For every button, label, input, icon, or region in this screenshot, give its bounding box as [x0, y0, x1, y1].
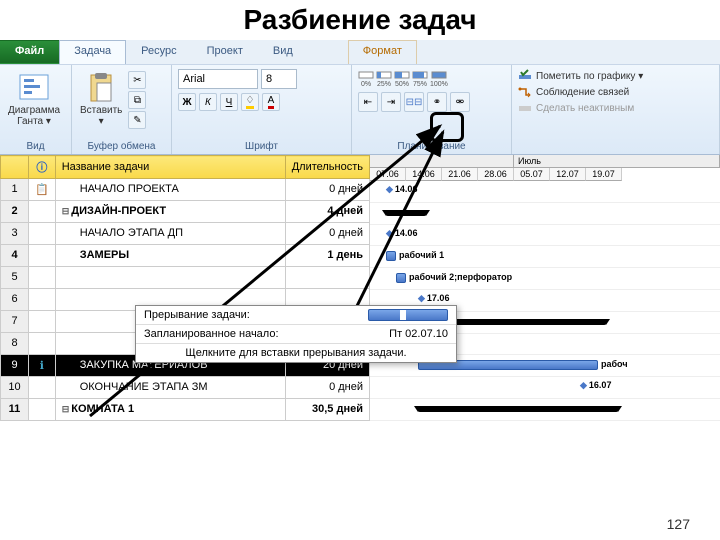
- gantt-row[interactable]: рабочий 2;перфоратор: [370, 268, 720, 290]
- tab-project[interactable]: Проект: [192, 40, 258, 64]
- group-font: Ж К Ч ♢ A Шрифт: [172, 65, 352, 154]
- gantt-row[interactable]: [370, 399, 720, 421]
- group-plan-extra: Пометить по графику ▾ Соблюдение связей …: [512, 65, 720, 154]
- ribbon-tabs: Файл Задача Ресурс Проект Вид Формат: [0, 40, 720, 64]
- progress-50[interactable]: 50%: [394, 69, 410, 88]
- mark-on-track-button[interactable]: Пометить по графику ▾: [518, 69, 643, 83]
- gantt-icon: [18, 71, 50, 103]
- work-area: ⓘ Название задачи Длительность 1📋НАЧАЛО …: [0, 155, 720, 421]
- tooltip-hint: Щелкните для вставки прерывания задачи.: [185, 347, 406, 359]
- tab-format[interactable]: Формат: [348, 40, 417, 64]
- fill-color-button[interactable]: ♢: [241, 93, 259, 111]
- page-number: 127: [667, 516, 690, 532]
- font-size-select[interactable]: [261, 69, 297, 89]
- tooltip-start-label: Запланированное начало:: [144, 328, 279, 340]
- paste-label: Вставить ▾: [80, 105, 122, 127]
- paste-icon: [85, 71, 117, 103]
- split-task-tooltip: Прерывание задачи: Запланированное начал…: [135, 305, 457, 363]
- inactive-icon: [518, 101, 532, 115]
- tab-resource[interactable]: Ресурс: [126, 40, 191, 64]
- links-arrow-icon: [518, 85, 532, 99]
- font-name-select[interactable]: [178, 69, 258, 89]
- underline-button[interactable]: Ч: [220, 93, 238, 111]
- timeline-day: 05.07: [514, 168, 550, 181]
- table-row[interactable]: 11⊟КОМНАТА 130,5 дней: [1, 398, 370, 420]
- cut-button[interactable]: ✂: [128, 71, 146, 89]
- gantt-row[interactable]: 16.07: [370, 377, 720, 399]
- col-rownum[interactable]: [1, 156, 29, 179]
- tooltip-title: Прерывание задачи:: [144, 309, 250, 321]
- brush-icon: ✎: [133, 115, 141, 126]
- timeline-day: 28.06: [478, 168, 514, 181]
- outdent-button[interactable]: ⇤: [358, 92, 378, 112]
- ribbon: Файл Задача Ресурс Проект Вид Формат Диа…: [0, 40, 720, 155]
- slide-title: Разбиение задач: [0, 0, 720, 40]
- gantt-row[interactable]: [370, 203, 720, 225]
- gantt-row[interactable]: 14.06: [370, 181, 720, 203]
- gantt-label: Диаграмма Ганта ▾: [8, 105, 60, 127]
- timeline-day: 21.06: [442, 168, 478, 181]
- inactivate-button[interactable]: Сделать неактивным: [518, 101, 643, 115]
- group-clipboard-title: Буфер обмена: [78, 139, 165, 152]
- col-duration[interactable]: Длительность: [285, 156, 369, 179]
- tab-view[interactable]: Вид: [258, 40, 308, 64]
- gantt-chart-button[interactable]: Диаграмма Ганта ▾: [6, 69, 62, 129]
- respect-links-button[interactable]: Соблюдение связей: [518, 85, 643, 99]
- link-icon: ⚭: [433, 97, 441, 108]
- progress-75[interactable]: 75%: [412, 69, 428, 88]
- font-color-icon: A: [268, 95, 275, 109]
- paste-button[interactable]: Вставить ▾: [78, 69, 124, 129]
- table-row[interactable]: 1📋НАЧАЛО ПРОЕКТА0 дней: [1, 179, 370, 201]
- scissors-icon: ✂: [133, 75, 141, 86]
- bucket-icon: ♢: [246, 95, 255, 109]
- bold-button[interactable]: Ж: [178, 93, 196, 111]
- copy-icon: ⧉: [134, 95, 141, 106]
- outdent-icon: ⇤: [364, 97, 372, 108]
- group-schedule: 0% 25% 50% 75% 100% ⇤ ⇥ ⊟⊟ ⚭ ⚮ Планир: [352, 65, 512, 154]
- tooltip-bar-preview: [368, 309, 448, 321]
- task-table: ⓘ Название задачи Длительность 1📋НАЧАЛО …: [0, 155, 370, 421]
- timeline-day: 14.06: [406, 168, 442, 181]
- group-view: Диаграмма Ганта ▾ Вид: [0, 65, 72, 154]
- unlink-icon: ⚮: [456, 97, 464, 108]
- split-task-button[interactable]: ⊟⊟: [404, 92, 424, 112]
- italic-button[interactable]: К: [199, 93, 217, 111]
- split-icon: ⊟⊟: [406, 97, 423, 108]
- copy-button[interactable]: ⧉: [128, 91, 146, 109]
- timeline-day: 07.06: [370, 168, 406, 181]
- ribbon-groups: Диаграмма Ганта ▾ Вид Вставить ▾ ✂ ⧉ ✎: [0, 64, 720, 154]
- checkmark-bar-icon: [518, 69, 532, 83]
- font-color-button[interactable]: A: [262, 93, 280, 111]
- timeline-day: 12.07: [550, 168, 586, 181]
- indent-icon: ⇥: [387, 97, 395, 108]
- month-july: Июль: [514, 155, 720, 167]
- link-tasks-button[interactable]: ⚭: [427, 92, 447, 112]
- group-font-title: Шрифт: [178, 139, 345, 152]
- group-clipboard: Вставить ▾ ✂ ⧉ ✎ Буфер обмена: [72, 65, 172, 154]
- group-view-title: Вид: [6, 139, 65, 152]
- progress-100[interactable]: 100%: [430, 69, 448, 88]
- timeline-day: 19.07: [586, 168, 622, 181]
- table-row[interactable]: 4ЗАМЕРЫ1 день: [1, 244, 370, 266]
- gantt-timeline[interactable]: Июль 07.0614.0621.0628.0605.0712.0719.07…: [370, 155, 720, 421]
- col-name[interactable]: Название задачи: [55, 156, 285, 179]
- table-row[interactable]: 3НАЧАЛО ЭТАПА ДП0 дней: [1, 222, 370, 244]
- tooltip-start-value: Пт 02.07.10: [389, 328, 448, 340]
- format-painter-button[interactable]: ✎: [128, 111, 146, 129]
- table-row[interactable]: 2⊟ДИЗАЙН-ПРОЕКТ4 дней: [1, 200, 370, 222]
- progress-25[interactable]: 25%: [376, 69, 392, 88]
- gantt-row[interactable]: рабочий 1: [370, 246, 720, 268]
- col-indicator[interactable]: ⓘ: [29, 156, 56, 179]
- progress-buttons: 0% 25% 50% 75% 100%: [358, 69, 470, 88]
- gantt-row[interactable]: 14.06: [370, 225, 720, 247]
- table-row[interactable]: 5: [1, 266, 370, 288]
- progress-0[interactable]: 0%: [358, 69, 374, 88]
- group-schedule-title: Планирование: [358, 139, 505, 152]
- tab-task[interactable]: Задача: [59, 40, 126, 64]
- table-row[interactable]: 10ОКОНЧАНИЕ ЭТАПА ЗМ0 дней: [1, 376, 370, 398]
- tab-file[interactable]: Файл: [0, 40, 59, 64]
- unlink-tasks-button[interactable]: ⚮: [450, 92, 470, 112]
- indent-button[interactable]: ⇥: [381, 92, 401, 112]
